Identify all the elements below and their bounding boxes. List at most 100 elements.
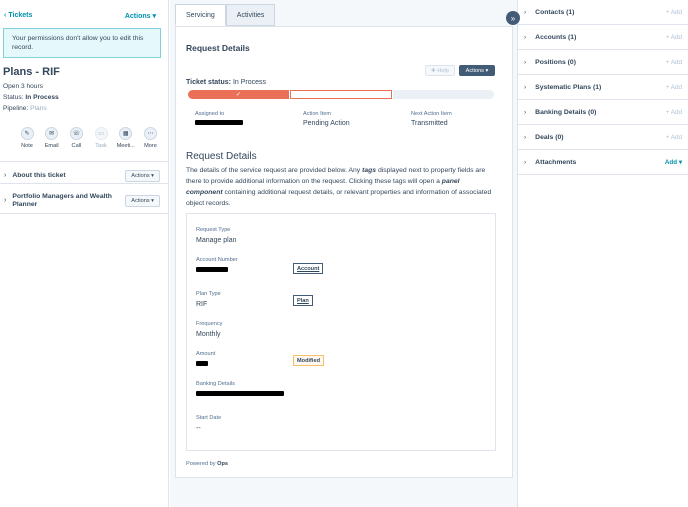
plan-tag[interactable]: Plan xyxy=(293,295,313,306)
portfolio-managers-section[interactable]: › Portfolio Managers and Wealth Planner … xyxy=(0,183,168,213)
note-action[interactable]: ✎ Note xyxy=(17,127,37,149)
call-label: Call xyxy=(71,143,82,149)
request-details-card: Request Details ✚ Help Actions ▾ Ticket … xyxy=(175,26,513,478)
help-button[interactable]: ✚ Help xyxy=(425,65,455,76)
tab-activities[interactable]: Activities xyxy=(225,4,276,26)
tab-bar: Servicing Activities xyxy=(175,4,276,26)
positions-section[interactable]: › Positions (0) + Add xyxy=(518,50,688,75)
task-icon: ▭ xyxy=(94,127,108,140)
amount-label: Amount xyxy=(196,351,216,357)
more-icon: ⋯ xyxy=(143,127,157,140)
more-label: More xyxy=(144,143,157,149)
attachments-add-label: Add xyxy=(664,158,678,166)
positions-add-button[interactable]: + Add xyxy=(666,59,682,66)
right-sidebar: › Contacts (1) + Add › Accounts (1) + Ad… xyxy=(517,0,688,507)
contacts-section[interactable]: › Contacts (1) + Add xyxy=(518,0,688,25)
portfolio-managers-title: Portfolio Managers and Wealth Planner xyxy=(12,192,112,208)
main-content: Servicing Activities Request Details ✚ H… xyxy=(170,0,517,507)
pipeline-progress: ✓ xyxy=(188,90,495,99)
request-fields-panel: Request Type Manage plan Account Number … xyxy=(186,213,496,451)
card-actions-button[interactable]: Actions ▾ xyxy=(459,65,495,76)
back-to-tickets-link[interactable]: ‹ Tickets xyxy=(4,12,32,19)
chevron-right-icon: › xyxy=(4,197,7,204)
more-action[interactable]: ⋯ More xyxy=(140,127,160,149)
redacted-value xyxy=(196,391,284,396)
status-label: Status: xyxy=(3,94,24,101)
plan-type-value: RIF xyxy=(196,301,208,308)
pipeline-label: Pipeline: xyxy=(3,105,29,112)
plan-type-field: Plan Type RIF xyxy=(196,291,221,308)
frequency-value: Monthly xyxy=(196,331,221,338)
record-actions-menu[interactable]: Actions ▾ xyxy=(125,12,156,20)
banking-details-add-button[interactable]: + Add xyxy=(666,109,682,116)
portfolio-managers-actions-button[interactable]: Actions ▾ xyxy=(125,194,160,207)
stage-current xyxy=(289,90,393,99)
account-number-label: Account Number xyxy=(196,257,238,263)
call-action[interactable]: ☏ Call xyxy=(66,127,86,149)
contacts-add-button[interactable]: + Add xyxy=(666,9,682,16)
stage-complete: ✓ xyxy=(188,90,289,99)
request-type-field: Request Type Manage plan xyxy=(196,227,236,244)
start-date-label: Start Date xyxy=(196,415,222,421)
pipeline-value: Plans xyxy=(30,105,47,112)
next-action-value: Transmitted xyxy=(411,120,448,127)
desc-part-1: The details of the service request are p… xyxy=(186,167,363,174)
action-item-value: Pending Action xyxy=(303,120,350,127)
pipeline-line: Pipeline: Plans xyxy=(3,103,168,114)
task-action: ▭ Task xyxy=(91,127,111,149)
request-details-heading: Request Details xyxy=(186,151,257,162)
attachments-section[interactable]: › Attachments Add ▾ xyxy=(518,150,688,175)
banking-details-value xyxy=(196,391,284,398)
meeting-label: Meeti... xyxy=(116,143,135,149)
call-icon: ☏ xyxy=(69,127,83,140)
deals-title: Deals (0) xyxy=(535,133,564,141)
account-tag[interactable]: Account xyxy=(293,263,324,274)
systematic-plans-section[interactable]: › Systematic Plans (1) + Add xyxy=(518,75,688,100)
deals-add-button[interactable]: + Add xyxy=(666,134,682,141)
card-title: Request Details xyxy=(186,43,250,53)
quick-actions: ✎ Note ✉ Email ☏ Call ▭ Task ▦ Meeti... … xyxy=(17,127,168,149)
accounts-add-button[interactable]: + Add xyxy=(666,34,682,41)
back-label: Tickets xyxy=(8,12,33,19)
tab-servicing[interactable]: Servicing xyxy=(175,4,226,26)
next-action-label: Next Action Item xyxy=(411,111,452,117)
chevron-right-icon: › xyxy=(524,83,527,91)
banking-details-section[interactable]: › Banking Details (0) + Add xyxy=(518,100,688,125)
attachments-add-button[interactable]: Add ▾ xyxy=(665,159,682,166)
action-item-label: Action Item xyxy=(303,111,331,117)
assigned-to-value xyxy=(195,120,243,127)
frequency-label: Frequency xyxy=(196,321,223,327)
record-actions-label: Actions xyxy=(124,12,151,20)
start-date-field: Start Date -- xyxy=(196,415,221,432)
start-date-value: -- xyxy=(196,425,201,432)
email-icon: ✉ xyxy=(45,127,59,140)
deals-section[interactable]: › Deals (0) + Add xyxy=(518,125,688,150)
email-action[interactable]: ✉ Email xyxy=(42,127,62,149)
permission-notice: Your permissions don't allow you to edit… xyxy=(3,28,161,58)
about-ticket-section[interactable]: › About this ticket Actions ▾ xyxy=(0,161,168,183)
chevron-right-icon: › xyxy=(524,8,527,16)
about-ticket-actions-button[interactable]: Actions ▾ xyxy=(125,169,160,182)
account-tag-label: Account xyxy=(297,265,320,272)
request-type-value: Manage plan xyxy=(196,237,237,244)
collapse-sidebar-button[interactable]: » xyxy=(506,11,520,25)
banking-details-field: Banking Details xyxy=(196,381,284,398)
request-details-description: The details of the service request are p… xyxy=(186,165,498,209)
portfolio-managers-actions-label: Actions xyxy=(131,197,150,204)
chevron-left-icon: ‹ xyxy=(4,12,7,19)
accounts-title: Accounts (1) xyxy=(535,33,577,41)
meeting-action[interactable]: ▦ Meeti... xyxy=(116,127,136,149)
accounts-section[interactable]: › Accounts (1) + Add xyxy=(518,25,688,50)
section-divider xyxy=(0,213,168,214)
modified-tag[interactable]: Modified xyxy=(293,355,324,366)
redacted-value xyxy=(196,267,228,272)
assigned-to: Assigned to xyxy=(195,111,243,127)
positions-title: Positions (0) xyxy=(535,58,576,66)
chevron-right-icon: › xyxy=(524,108,527,116)
frequency-field: Frequency Monthly xyxy=(196,321,222,338)
redacted-value xyxy=(196,361,208,366)
about-ticket-actions-label: Actions xyxy=(131,172,150,179)
card-actions-label: Actions xyxy=(465,67,484,74)
systematic-plans-add-button[interactable]: + Add xyxy=(666,84,682,91)
systematic-plans-title: Systematic Plans (1) xyxy=(535,83,602,91)
